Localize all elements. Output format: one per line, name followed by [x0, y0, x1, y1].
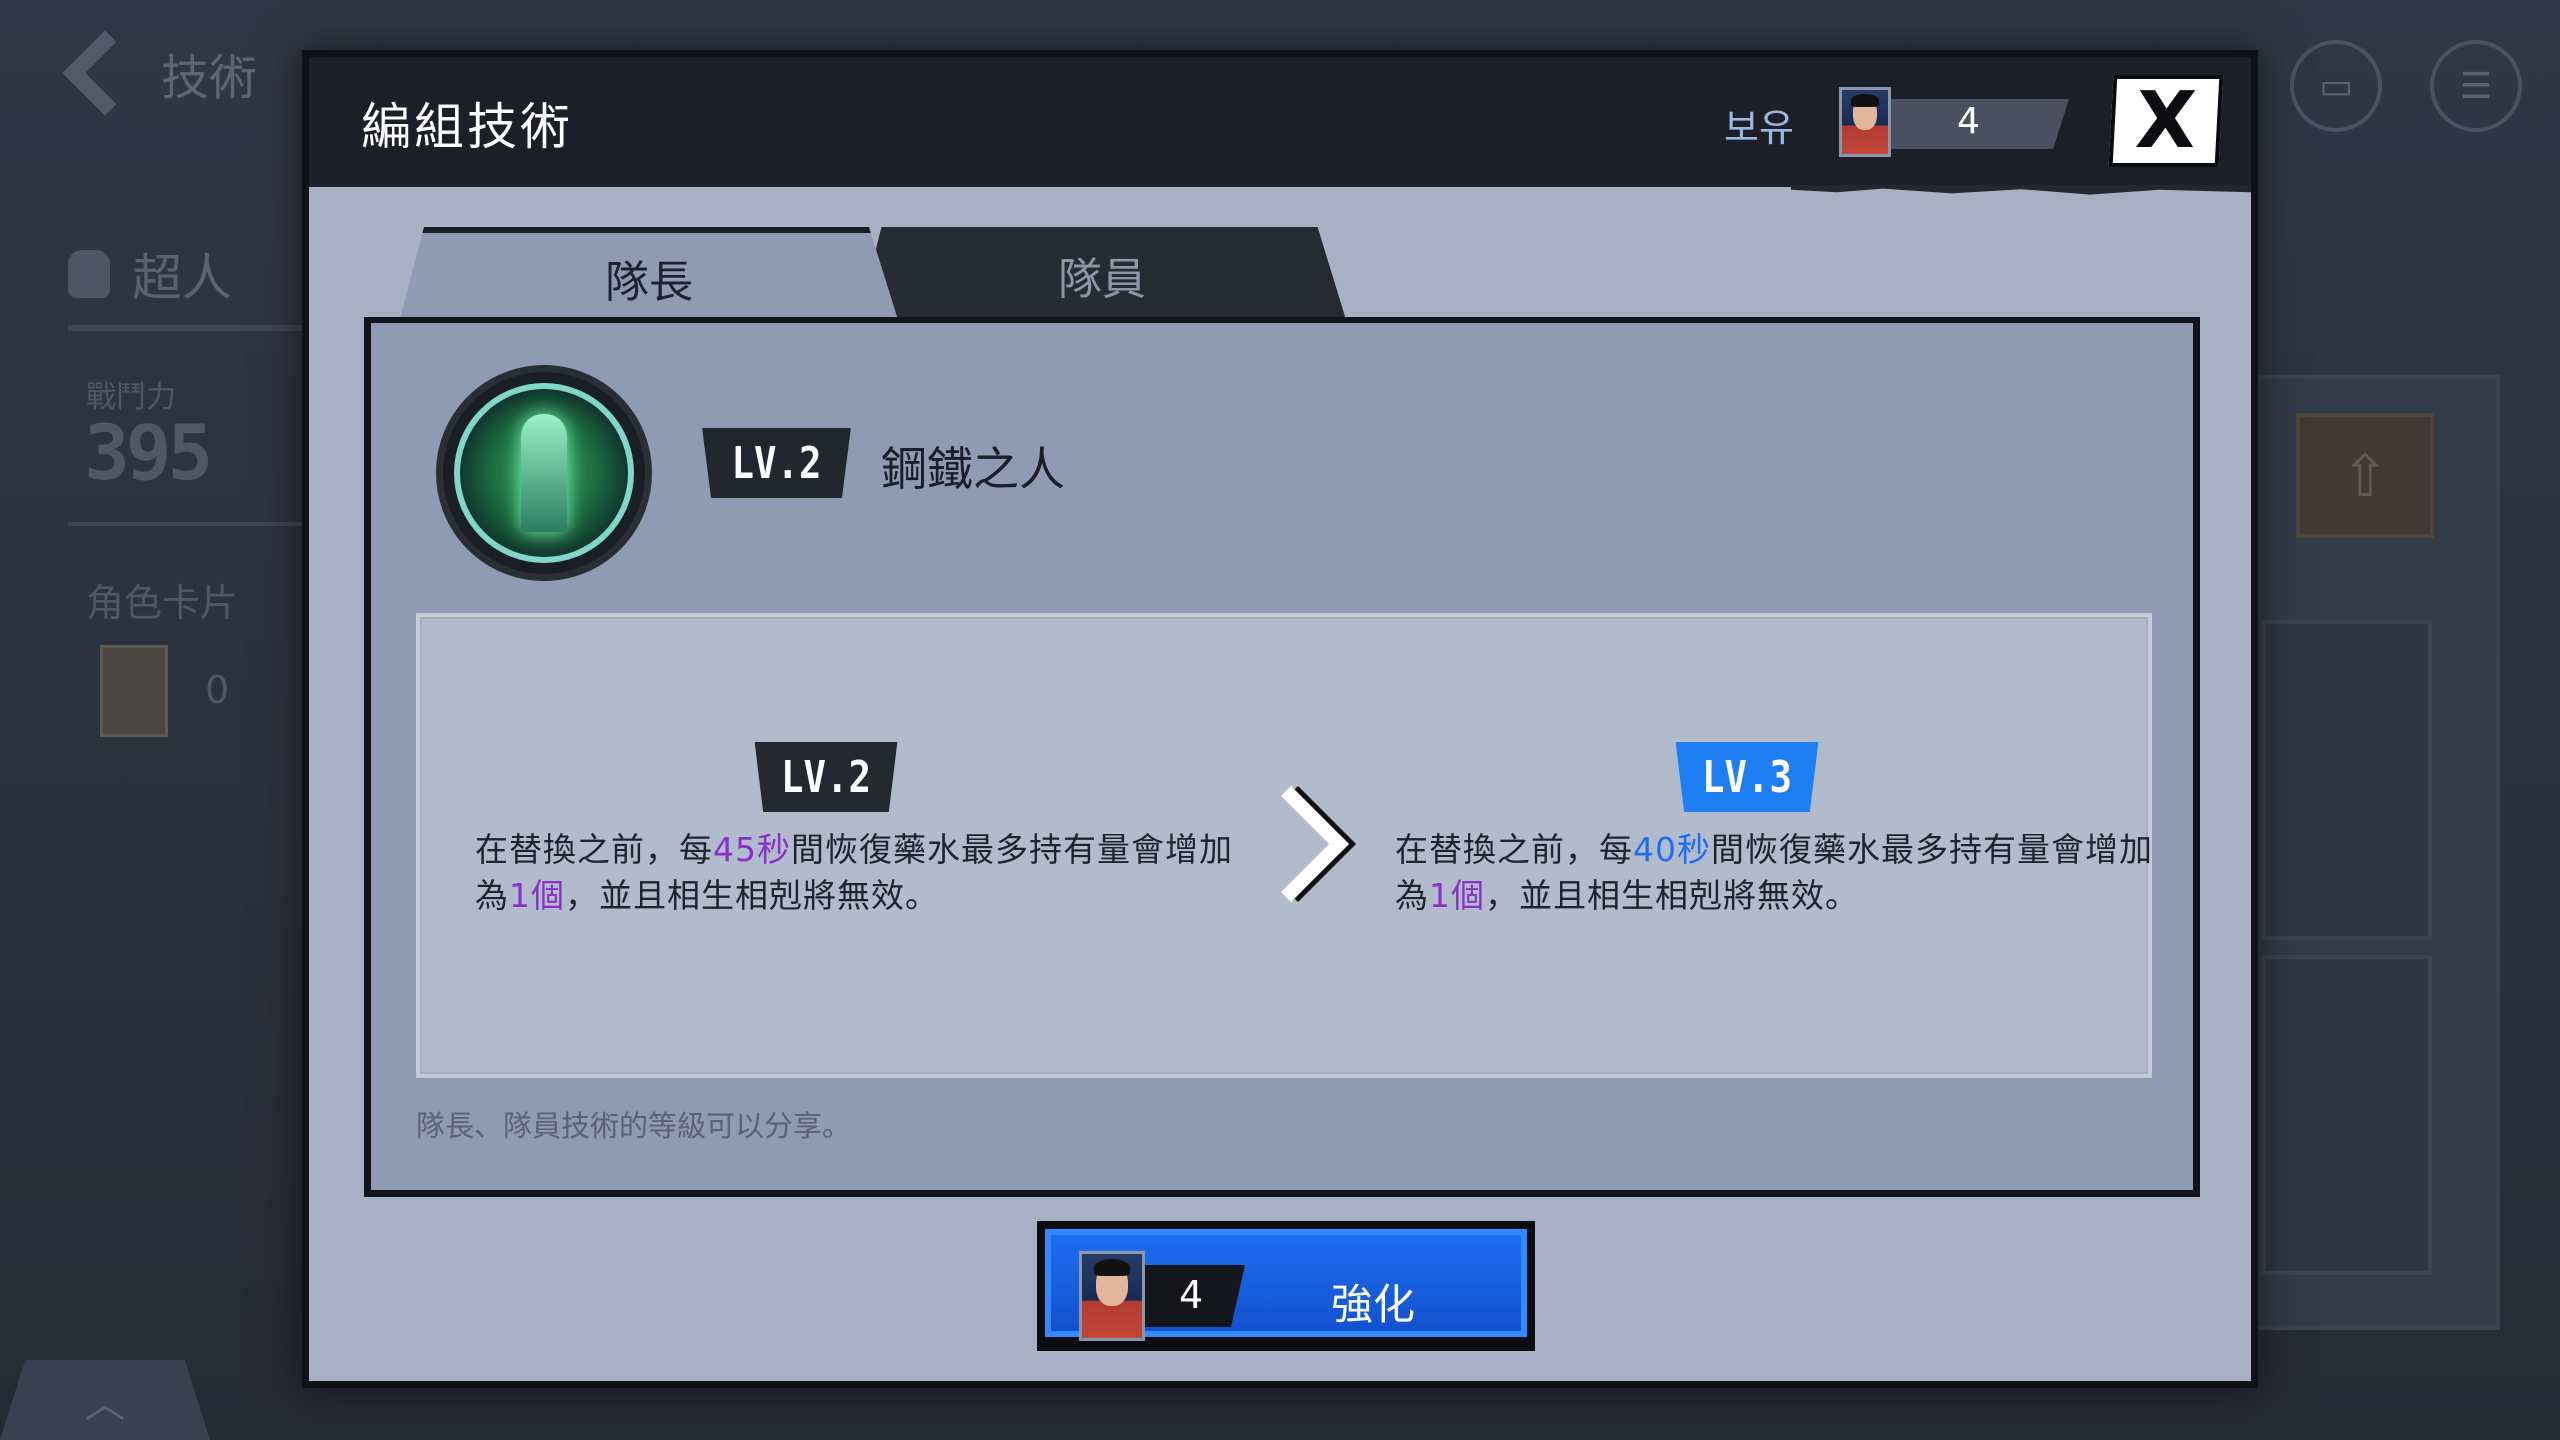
close-button[interactable]: X	[2108, 75, 2224, 167]
fist-icon	[68, 250, 110, 298]
desc-text: ，並且相生相剋將無效。	[565, 876, 939, 915]
close-icon: X	[2133, 76, 2199, 166]
desc-seconds: 45秒	[713, 830, 791, 869]
tab-leader[interactable]: 隊長	[399, 227, 899, 323]
superman-card-icon	[1079, 1251, 1145, 1341]
current-level-description: 在替換之前，每45秒間恢復藥水最多持有量會增加為1個，並且相生相剋將無效。	[475, 827, 1235, 919]
side-slot	[2262, 620, 2432, 940]
list-menu-icon[interactable]: ☰	[2430, 40, 2522, 132]
back-label: 技術	[161, 50, 258, 106]
divider	[68, 325, 308, 331]
level-comparison-box: LV.2 在替換之前，每45秒間恢復藥水最多持有量會增加為1個，並且相生相剋將無…	[416, 613, 2152, 1078]
modal-title: 編組技術	[361, 98, 573, 156]
owned-label: 보유	[1724, 106, 1794, 150]
tab-member[interactable]: 隊員	[857, 227, 1347, 323]
superman-portrait-icon	[1839, 87, 1891, 157]
character-header: 超人	[68, 238, 232, 310]
next-level-badge: LV.3	[1675, 742, 1819, 812]
skill-name: 鋼鐵之人	[881, 442, 1065, 496]
power-value: 395	[84, 408, 213, 497]
upload-arrow-icon[interactable]: ⇧	[2296, 413, 2434, 538]
team-skill-modal: 編組技術 보유 4 X 隊員 隊長 LV.2 鋼鐵之人 LV.2 在替換之前，每…	[302, 50, 2258, 1388]
desc-text: 在替換之前，每	[475, 830, 713, 869]
desc-seconds: 40秒	[1633, 830, 1711, 869]
tab-leader-label: 隊長	[605, 257, 693, 308]
upgrade-button[interactable]: 4 強化	[1037, 1221, 1535, 1351]
back-button[interactable]: 技術	[55, 30, 258, 116]
hero-figure	[521, 414, 567, 532]
skill-panel: LV.2 鋼鐵之人 LV.2 在替換之前，每45秒間恢復藥水最多持有量會增加為1…	[364, 317, 2200, 1197]
desc-text: 在替換之前，每	[1395, 830, 1633, 869]
chevron-up-icon: ︿	[85, 1381, 125, 1427]
superman-emblem-icon	[436, 365, 652, 581]
upgrade-label: 強化	[1331, 1280, 1416, 1329]
desc-amount: 1個	[509, 876, 565, 915]
next-level-description: 在替換之前，每40秒間恢復藥水最多持有量會增加為1個，並且相生相剋將無效。	[1395, 827, 2155, 919]
skill-level-badge: LV.2	[702, 428, 851, 498]
emblem-ring	[454, 383, 634, 563]
character-name: 超人	[132, 249, 232, 307]
header-edge-decoration	[1791, 185, 2251, 195]
modal-header: 編組技術 보유 4 X	[309, 57, 2251, 195]
divider	[68, 522, 308, 526]
chat-bubble-icon[interactable]: ▭	[2290, 40, 2382, 132]
side-slot	[2262, 955, 2432, 1275]
expand-tab[interactable]: ︿	[0, 1360, 210, 1440]
tab-member-label: 隊員	[1058, 254, 1146, 305]
chevron-left-icon	[62, 30, 148, 116]
owned-count: 4	[1957, 101, 1980, 142]
share-note: 隊長、隊員技術的等級可以分享。	[416, 1109, 852, 1143]
card-thumbnail	[100, 645, 168, 737]
current-level-badge: LV.2	[754, 742, 898, 812]
card-count: 0	[205, 668, 230, 712]
upgrade-button-face: 4 強化	[1045, 1229, 1527, 1341]
upgrade-cost: 4	[1179, 1273, 1204, 1317]
cards-label: 角色卡片	[86, 581, 239, 625]
desc-text: ，並且相生相剋將無效。	[1485, 876, 1859, 915]
owned-cards: 4	[1839, 87, 2069, 157]
chevron-right-icon	[1250, 787, 1310, 897]
desc-amount: 1個	[1429, 876, 1485, 915]
